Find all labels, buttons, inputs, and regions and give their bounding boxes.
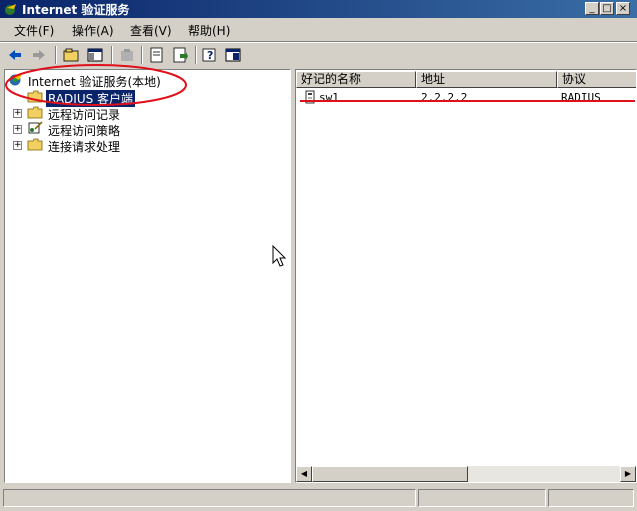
toolbar: ?: [0, 43, 637, 67]
minimize-button[interactable]: _: [585, 2, 599, 15]
back-arrow-icon: [9, 50, 21, 60]
properties-button[interactable]: [148, 46, 166, 64]
expand-icon[interactable]: +: [13, 125, 22, 134]
tree-item-label: 连接请求处理: [48, 140, 121, 154]
forward-button[interactable]: [30, 46, 48, 64]
status-panel: [418, 489, 546, 507]
console-tree-icon: [87, 48, 103, 62]
tree-item-radius-clients[interactable]: RADIUS 客户端: [27, 89, 227, 107]
svg-text:?: ?: [207, 49, 213, 62]
show-tree-button[interactable]: [86, 46, 104, 64]
folder-icon: [27, 138, 43, 151]
expand-icon[interactable]: +: [13, 109, 22, 118]
help-button[interactable]: ?: [201, 46, 219, 64]
status-panel: [3, 489, 416, 507]
maximize-button[interactable]: □: [600, 2, 614, 15]
column-header-friendly-name[interactable]: 好记的名称: [296, 71, 416, 88]
status-bar: [0, 487, 637, 511]
tree-root[interactable]: Internet 验证服务(本地): [7, 72, 287, 89]
tree-item-connection-request-processing[interactable]: + 连接请求处理: [11, 137, 211, 154]
tree-root-label: Internet 验证服务(本地): [28, 75, 161, 89]
column-header-protocol[interactable]: 协议: [557, 71, 636, 88]
toolbar-separator: [55, 46, 57, 64]
tree-item-remote-access-logging[interactable]: + 远程访问记录: [11, 105, 211, 122]
status-panel: [548, 489, 634, 507]
delete-icon: [121, 49, 133, 61]
tree-item-remote-access-policies[interactable]: + 远程访问策略: [11, 121, 211, 138]
horizontal-scrollbar[interactable]: ◀ ▶: [296, 466, 636, 482]
help-icon: ?: [202, 48, 216, 62]
row-friendly-name: sw1: [319, 91, 339, 104]
column-header-address[interactable]: 地址: [416, 71, 557, 88]
back-button[interactable]: [6, 46, 24, 64]
folder-icon: [27, 90, 43, 103]
result-list[interactable]: 好记的名称 地址 协议 sw1 2.2.2.2 RADIUS ◀ ▶: [295, 69, 637, 483]
toolbar-separator: [141, 46, 143, 64]
close-button[interactable]: ×: [616, 2, 630, 15]
delete-button[interactable]: [118, 46, 136, 64]
ias-app-icon: [5, 4, 16, 15]
toolbar-separator: [195, 46, 197, 64]
scroll-right-button[interactable]: ▶: [620, 466, 636, 482]
window-title: Internet 验证服务: [22, 3, 130, 17]
policy-icon: [28, 121, 43, 134]
view-button[interactable]: [224, 46, 242, 64]
view-pane-icon: [225, 48, 241, 62]
menu-file[interactable]: 文件(F): [14, 22, 54, 39]
properties-icon: [150, 47, 163, 63]
row-protocol: RADIUS: [561, 91, 601, 104]
up-level-button[interactable]: [62, 46, 80, 64]
export-list-icon: [173, 47, 188, 63]
forward-arrow-icon: [33, 50, 45, 60]
row-address: 2.2.2.2: [421, 91, 468, 104]
scroll-left-button[interactable]: ◀: [296, 466, 312, 482]
title-bar: Internet 验证服务 _ □ ×: [0, 0, 637, 18]
scroll-thumb[interactable]: [312, 466, 468, 482]
menu-view[interactable]: 查看(V): [130, 22, 172, 39]
menu-help[interactable]: 帮助(H): [188, 22, 230, 39]
export-list-button[interactable]: [171, 46, 189, 64]
folder-icon: [27, 106, 43, 119]
toolbar-separator: [111, 46, 113, 64]
folder-up-icon: [63, 48, 79, 62]
ias-root-icon: [9, 74, 22, 86]
menu-action[interactable]: 操作(A): [72, 22, 114, 39]
menu-bar: 文件(F) 操作(A) 查看(V) 帮助(H): [0, 19, 637, 41]
console-tree[interactable]: Internet 验证服务(本地) RADIUS 客户端 + 远程访问记录 + …: [4, 69, 291, 483]
expand-icon[interactable]: +: [13, 141, 22, 150]
radius-client-icon: [305, 90, 315, 104]
